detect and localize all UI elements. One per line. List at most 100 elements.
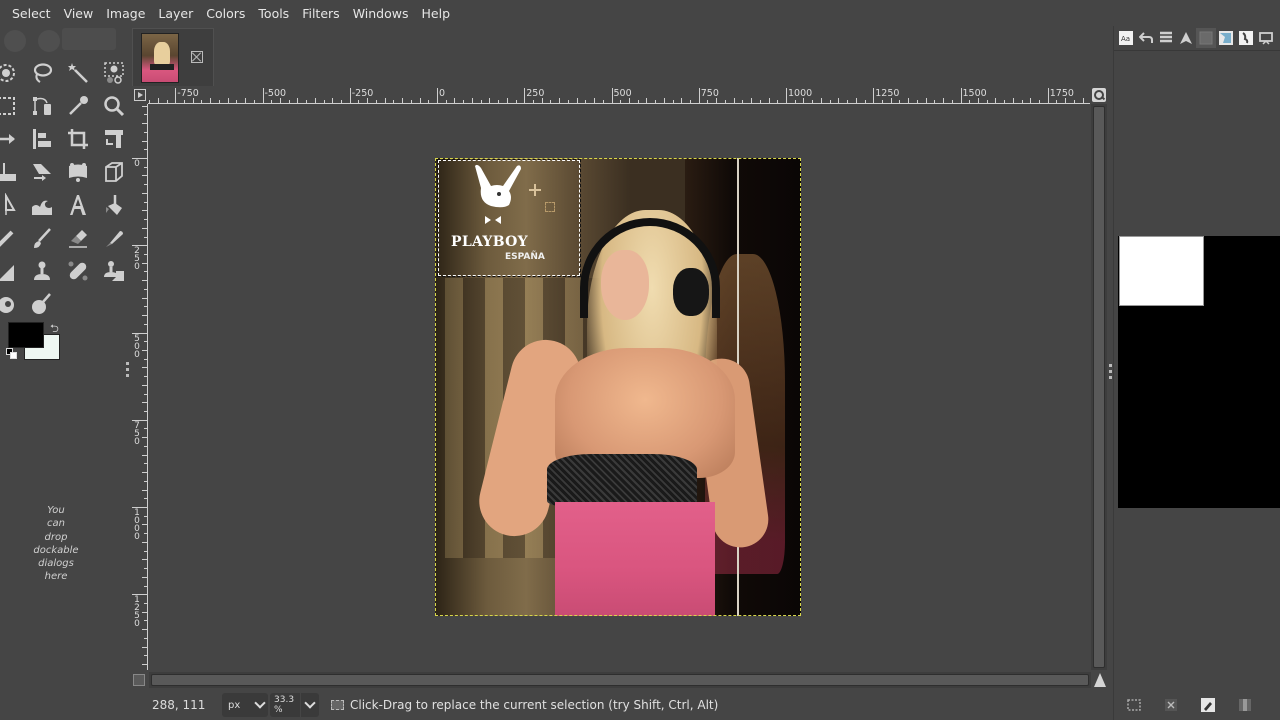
ruler-tick	[515, 100, 517, 103]
right-pane-resize-handle[interactable]	[1109, 364, 1112, 384]
align-tool[interactable]	[24, 122, 60, 155]
ruler-tick	[751, 98, 753, 103]
pencil-tool[interactable]	[0, 221, 24, 254]
unified-transform-tool[interactable]	[96, 122, 132, 155]
unit-selector[interactable]: px	[222, 693, 268, 717]
dock-tabs: Aa	[1116, 28, 1276, 50]
dodge-burn-tool[interactable]	[24, 287, 60, 320]
brushes-tab[interactable]	[1236, 28, 1256, 48]
cage-transform-tool[interactable]	[60, 155, 96, 188]
layers-tab[interactable]	[1156, 28, 1176, 48]
menu-tools[interactable]: Tools	[258, 6, 289, 21]
selection-to-path-button[interactable]	[1126, 697, 1142, 713]
shear-tool[interactable]	[24, 155, 60, 188]
flip-tool[interactable]	[0, 188, 24, 221]
ruler-tick	[157, 98, 159, 103]
menu-help[interactable]: Help	[422, 6, 451, 21]
color-picker-tool[interactable]	[60, 89, 96, 122]
menu-select[interactable]: Select	[12, 6, 51, 21]
menu-layer[interactable]: Layer	[158, 6, 193, 21]
ruler-tick	[144, 602, 147, 604]
ruler-tick	[142, 349, 147, 351]
horizontal-scrollbar-thumb[interactable]	[151, 674, 1089, 686]
undo-history-tab[interactable]	[1136, 28, 1156, 48]
clone-tool[interactable]	[24, 254, 60, 287]
eraser-tool[interactable]	[60, 221, 96, 254]
zoom-dropdown-button[interactable]	[301, 693, 319, 717]
paintbrush-tool[interactable]	[24, 221, 60, 254]
drop-hint-line: here	[44, 571, 68, 583]
ruler-tick	[881, 100, 883, 103]
warp-transform-tool[interactable]	[24, 188, 60, 221]
menu-filters[interactable]: Filters	[302, 6, 339, 21]
navigate-icon[interactable]	[1093, 673, 1107, 687]
rect-select-tool[interactable]	[0, 89, 24, 122]
quick-mask-toggle[interactable]	[133, 674, 145, 686]
ruler-tick	[144, 201, 147, 203]
perspective-tool[interactable]	[96, 155, 132, 188]
fuzzy-select-tool[interactable]	[60, 56, 96, 89]
channels-tab[interactable]	[1196, 28, 1216, 48]
perspective-clone-tool[interactable]	[96, 254, 132, 287]
brand-logo: PLAYBOY ESPAÑA	[447, 162, 547, 262]
ruler-tick	[707, 100, 709, 103]
device-status-tab[interactable]	[1256, 28, 1276, 48]
menu-view[interactable]: View	[64, 6, 94, 21]
text-tool[interactable]	[60, 188, 96, 221]
ellipse-select-tool[interactable]	[0, 56, 24, 89]
paths-tab[interactable]	[1176, 28, 1196, 48]
clear-button[interactable]	[1163, 697, 1179, 713]
ruler-tick	[144, 271, 147, 273]
ruler-tick	[142, 140, 147, 142]
ruler-tick	[144, 376, 147, 378]
left-pane-resize-handle[interactable]	[126, 362, 129, 382]
ruler-tick	[142, 105, 147, 107]
fonts-tab[interactable]: Aa	[1116, 28, 1136, 48]
horizontal-scrollbar[interactable]	[149, 672, 1091, 688]
free-select-tool[interactable]	[24, 56, 60, 89]
airbrush-tool[interactable]	[0, 254, 24, 287]
ruler-tick	[144, 428, 147, 430]
swap-colors-icon[interactable]: ⮌	[50, 320, 59, 339]
ruler-tick	[655, 100, 657, 103]
selection-icon	[1127, 699, 1141, 711]
image-canvas[interactable]: PLAYBOY ESPAÑA	[149, 104, 1089, 670]
logo-sub-text: ESPAÑA	[505, 252, 545, 262]
crop-tool[interactable]	[60, 122, 96, 155]
ruler-tick	[550, 100, 552, 103]
ruler-tick	[314, 98, 316, 103]
quick-mask-menu-button[interactable]	[134, 89, 146, 101]
menu-windows[interactable]: Windows	[353, 6, 409, 21]
close-icon[interactable]	[191, 51, 203, 63]
ruler-tick	[142, 664, 147, 666]
scale-tool[interactable]	[0, 155, 24, 188]
default-colors-icon[interactable]	[6, 348, 18, 360]
zoom-image-icon[interactable]	[1092, 88, 1106, 102]
vertical-ruler[interactable]: 0 250 500 750 1000 1250	[132, 104, 148, 670]
foreground-color-swatch[interactable]	[8, 322, 44, 348]
images-tab[interactable]	[1216, 28, 1236, 48]
vertical-scrollbar-thumb[interactable]	[1093, 106, 1105, 668]
paths-tool[interactable]	[24, 89, 60, 122]
heal-tool[interactable]	[60, 254, 96, 287]
vertical-scrollbar[interactable]	[1091, 104, 1107, 670]
move-tool[interactable]	[0, 122, 24, 155]
zoom-tool[interactable]	[96, 89, 132, 122]
ruler-tick	[142, 541, 147, 543]
align-icon	[33, 128, 51, 149]
select-by-color-tool[interactable]	[96, 56, 132, 89]
fonts-icon: Aa	[1119, 31, 1133, 45]
ruler-tick	[144, 463, 147, 465]
bucket-fill-tool[interactable]	[96, 188, 132, 221]
horizontal-ruler[interactable]: -750 -500 -250 0 250 500 750 1000 1250 1500 1750	[148, 88, 1090, 104]
menu-colors[interactable]: Colors	[206, 6, 245, 21]
menu-image[interactable]: Image	[106, 6, 145, 21]
image-tab[interactable]	[132, 28, 214, 86]
zoom-field[interactable]: 33.3 %	[270, 693, 300, 717]
save-button[interactable]	[1237, 697, 1253, 713]
ruler-tick	[480, 100, 482, 103]
ruler-label: 750	[134, 420, 140, 447]
ink-tool[interactable]	[96, 221, 132, 254]
edit-button[interactable]	[1200, 697, 1216, 713]
smudge-tool[interactable]	[0, 287, 24, 320]
